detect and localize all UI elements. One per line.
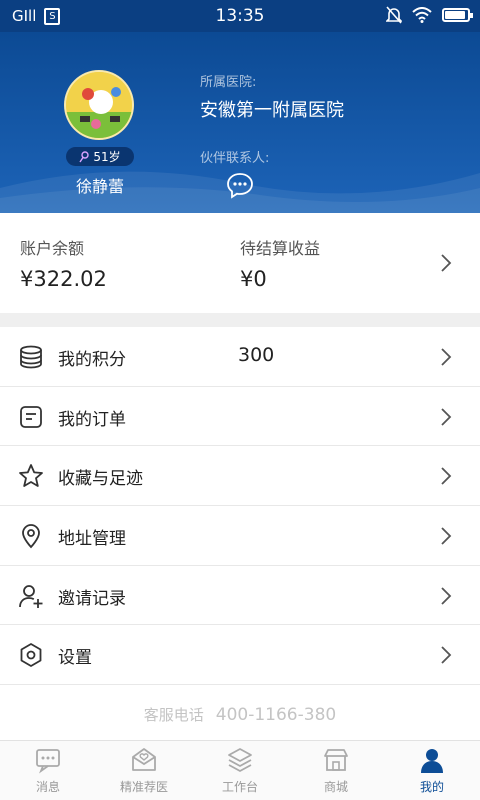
account-balance-value: ¥322.02	[20, 267, 107, 291]
workbench-icon	[228, 748, 252, 772]
order-icon	[20, 405, 42, 428]
menu-item-orders[interactable]: 我的订单	[0, 387, 480, 447]
settings-icon	[20, 643, 42, 668]
pending-income-label: 待结算收益	[240, 239, 321, 258]
mute-bell-icon	[386, 6, 402, 24]
balance-section[interactable]: 账户余额 ¥322.02 待结算收益 ¥0	[0, 213, 480, 313]
tab-label: 消息	[35, 780, 60, 794]
age-text: 51岁	[93, 150, 121, 164]
section-divider	[0, 313, 480, 327]
message-icon	[36, 749, 60, 774]
chevron-right-icon	[441, 467, 452, 486]
menu-item-favorites[interactable]: 收藏与足迹	[0, 446, 480, 507]
partner-label: 伙伴联系人:	[200, 151, 270, 166]
chevron-right-icon	[441, 527, 452, 545]
service-label: 客服电话	[143, 706, 204, 724]
star-icon	[19, 464, 43, 488]
invite-user-icon	[19, 584, 43, 608]
menu-item-invites[interactable]: 邀请记录	[0, 566, 480, 626]
age-badge: 51岁	[66, 147, 134, 166]
profile-header: 51岁 徐静蕾 所属医院: 安徽第一附属医院 伙伴联系人:	[0, 32, 480, 213]
menu-label-invites: 邀请记录	[58, 588, 126, 609]
menu-item-settings[interactable]: 设置	[0, 625, 480, 686]
menu-label-settings: 设置	[58, 648, 92, 669]
chevron-right-icon	[441, 408, 452, 426]
chevron-right-icon	[441, 587, 452, 605]
tab-label: 精准荐医	[119, 780, 168, 794]
points-value: 300	[238, 344, 275, 366]
tab-mine[interactable]: 我的	[384, 741, 480, 800]
menu-label-points: 我的积分	[58, 350, 126, 370]
account-balance-label: 账户余额	[20, 239, 85, 258]
tab-workbench[interactable]: 工作台	[192, 741, 288, 800]
menu-label-address: 地址管理	[58, 529, 126, 550]
wifi-icon	[412, 7, 432, 23]
gender-female-icon	[79, 150, 90, 162]
status-bar: GIll S 13:35	[0, 0, 480, 32]
status-right	[386, 6, 473, 24]
coins-icon	[20, 345, 42, 369]
menu-item-address[interactable]: 地址管理	[0, 506, 480, 566]
tab-label: 商城	[323, 780, 348, 794]
bottom-tab-bar: 消息 精准荐医 工作台 商城 我的	[0, 740, 480, 800]
chevron-right-icon	[441, 348, 452, 366]
menu-label-orders: 我的订单	[58, 409, 126, 430]
battery-fill	[445, 11, 466, 19]
avatar[interactable]	[64, 70, 134, 140]
doctor-recommend-icon	[132, 748, 156, 771]
pending-income-value: ¥0	[240, 267, 267, 291]
tab-messages[interactable]: 消息	[0, 741, 96, 800]
shop-icon	[324, 749, 348, 771]
chevron-right-icon	[441, 646, 452, 665]
menu-item-points[interactable]: 我的积分 300	[0, 327, 480, 387]
chat-bubble-icon[interactable]	[226, 171, 254, 199]
menu-label-favorites: 收藏与足迹	[58, 469, 143, 490]
menu-list: 我的积分 300 我的订单 收藏与足迹 地址管理 邀请记录 设置	[0, 327, 480, 686]
hospital-name: 安徽第一附属医院	[200, 100, 344, 121]
chevron-right-icon	[441, 254, 452, 272]
user-name: 徐静蕾	[75, 177, 124, 196]
hospital-label: 所属医院:	[200, 75, 257, 90]
tab-shop[interactable]: 商城	[288, 741, 384, 800]
user-icon	[421, 749, 443, 773]
service-phone[interactable]: 400-1166-380	[216, 705, 336, 725]
location-icon	[22, 524, 40, 549]
battery-icon	[442, 8, 473, 22]
customer-service: 客服电话 400-1166-380	[0, 704, 480, 725]
tab-label: 工作台	[221, 780, 258, 794]
tab-doctor-recommend[interactable]: 精准荐医	[96, 741, 192, 800]
tab-label: 我的	[419, 780, 444, 794]
